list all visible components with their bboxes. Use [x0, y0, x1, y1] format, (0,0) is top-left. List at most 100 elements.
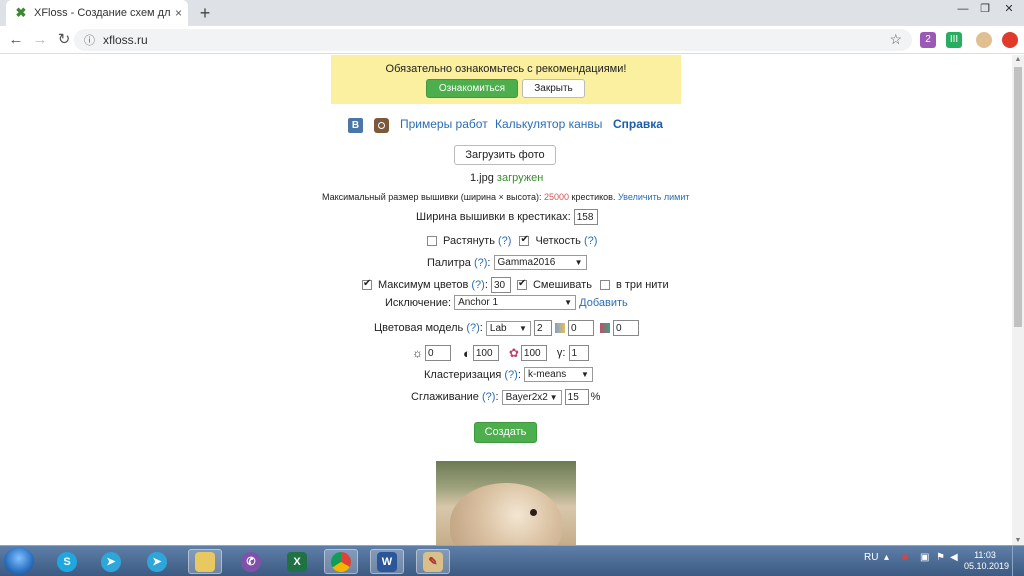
mix-label: Смешивать: [532, 279, 592, 291]
read-recommendations-button[interactable]: Ознакомиться: [426, 79, 518, 98]
system-clock[interactable]: 11:03 05.10.2019: [964, 550, 1009, 572]
reload-icon[interactable]: ↻: [54, 30, 74, 50]
extension-red-icon[interactable]: [1002, 32, 1018, 48]
close-window-button[interactable]: ✕: [996, 0, 1022, 18]
color-model-input-3[interactable]: 0: [612, 320, 639, 336]
scroll-down-arrow-icon[interactable]: ▼: [1012, 537, 1024, 544]
palette-select[interactable]: Gamma2016 ▼: [493, 255, 587, 270]
banner-message: Обязательно ознакомьтесь с рекомендациям…: [385, 63, 627, 75]
percent-sign: %: [590, 391, 601, 403]
color-model-help-link[interactable]: (?): [466, 322, 479, 334]
skype-taskbar-button[interactable]: S: [50, 549, 84, 574]
scrollbar-thumb[interactable]: [1014, 67, 1022, 327]
help-link[interactable]: Справка: [613, 117, 663, 131]
palette-label: Палитра: [427, 256, 471, 269]
smoothing-percent-input[interactable]: 15: [564, 389, 589, 405]
forward-arrow-icon[interactable]: →: [30, 30, 50, 50]
paint-taskbar-button[interactable]: ✎: [416, 549, 450, 574]
rabbit-image: [450, 483, 562, 545]
extension-2-icon[interactable]: III: [946, 32, 962, 48]
word-icon: W: [377, 551, 397, 572]
viber-taskbar-button[interactable]: ✆: [234, 549, 268, 574]
address-bar-row: ← → ↻ ⓘ xfloss.ru ☆ 2 III: [0, 26, 1024, 54]
minimize-button[interactable]: —: [952, 0, 974, 18]
width-input[interactable]: 158: [573, 209, 598, 225]
url-text[interactable]: xfloss.ru: [103, 33, 148, 47]
color-model-input-2[interactable]: 0: [567, 320, 594, 336]
color-model-select[interactable]: Lab ▼: [485, 320, 531, 336]
exclusion-select[interactable]: Anchor 1 ▼: [454, 295, 577, 310]
chevron-down-icon: ▼: [581, 370, 589, 379]
windows-taskbar: S ➤ ➤ ✆ X W ✎ RU ▴ ■ ▣ ⚑ ◀ 11:03 05.10.2…: [0, 545, 1024, 576]
sharpness-help-link[interactable]: (?): [584, 235, 597, 247]
upload-photo-button[interactable]: Загрузить фото: [454, 145, 556, 165]
color-model-input-1[interactable]: 2: [533, 320, 552, 336]
gamma-label: γ:: [556, 347, 566, 359]
size-limit-row: Максимальный размер вышивки (ширина × вы…: [322, 192, 690, 202]
show-desktop-button[interactable]: [1012, 546, 1024, 576]
chrome-icon: [331, 551, 351, 572]
maximize-button[interactable]: ❐: [974, 0, 996, 18]
vk-icon[interactable]: B: [348, 118, 363, 133]
chevron-down-icon: ▼: [574, 258, 583, 267]
brightness-icon: ☼: [412, 346, 423, 360]
volume-icon[interactable]: ◀: [950, 552, 958, 563]
stretch-help-link[interactable]: (?): [498, 235, 511, 247]
telegram-taskbar-button-2[interactable]: ➤: [140, 549, 174, 574]
close-banner-button[interactable]: Закрыть: [522, 79, 585, 98]
tray-flag-icon[interactable]: ⚑: [936, 552, 945, 563]
scroll-up-arrow-icon[interactable]: ▲: [1012, 56, 1024, 63]
tray-arrow-icon[interactable]: ▴: [884, 552, 889, 563]
network-icon[interactable]: ▣: [920, 552, 929, 563]
sharpness-checkbox[interactable]: [519, 234, 530, 246]
brightness-input[interactable]: 0: [425, 345, 451, 361]
instagram-icon[interactable]: [374, 118, 389, 133]
back-arrow-icon[interactable]: ←: [6, 30, 26, 50]
language-indicator[interactable]: RU: [864, 552, 878, 563]
chevron-down-icon: ▼: [518, 323, 527, 333]
max-colors-help-link[interactable]: (?): [471, 279, 484, 291]
three-threads-label: в три нити: [615, 279, 669, 291]
gamma-input[interactable]: 1: [568, 345, 589, 361]
browser-tab[interactable]: ✖ XFloss - Создание схем для выш ×: [6, 0, 188, 26]
examples-link[interactable]: Примеры работ: [400, 117, 488, 131]
saturation-input[interactable]: 100: [520, 345, 547, 361]
clustering-help-link[interactable]: (?): [504, 369, 517, 381]
colon: :: [479, 322, 483, 334]
page-scrollbar[interactable]: ▲ ▼: [1012, 55, 1024, 545]
extension-1-icon[interactable]: 2: [920, 32, 936, 48]
chrome-taskbar-button[interactable]: [324, 549, 358, 574]
tray-app-icon[interactable]: ■: [902, 552, 908, 563]
mix-checkbox[interactable]: [516, 278, 527, 290]
xfloss-favicon-icon: ✖: [15, 5, 27, 20]
telegram-taskbar-button[interactable]: ➤: [94, 549, 128, 574]
bookmark-star-icon[interactable]: ☆: [889, 31, 902, 48]
tab-close-icon[interactable]: ×: [175, 6, 182, 20]
width-label: Ширина вышивки в крестиках:: [416, 211, 571, 223]
browser-tab-bar: ✖ XFloss - Создание схем для выш × + — ❐…: [0, 0, 1024, 26]
profile-avatar-icon[interactable]: [976, 32, 992, 48]
start-button[interactable]: [4, 547, 34, 575]
new-tab-button[interactable]: +: [196, 3, 214, 23]
palette-help-link[interactable]: (?): [474, 257, 487, 269]
smoothing-help-link[interactable]: (?): [482, 391, 495, 403]
stretch-checkbox[interactable]: [427, 236, 437, 246]
word-taskbar-button[interactable]: W: [370, 549, 404, 574]
chevron-down-icon: ▼: [564, 298, 573, 307]
create-button[interactable]: Создать: [474, 422, 537, 443]
canvas-calculator-link[interactable]: Калькулятор канвы: [495, 117, 602, 131]
file-explorer-taskbar-button[interactable]: [188, 549, 222, 574]
smoothing-select[interactable]: Bayer2x2 ▼: [501, 389, 562, 405]
add-exclusion-link[interactable]: Добавить: [579, 297, 628, 309]
palette-value: Gamma2016: [497, 257, 556, 268]
omnibox[interactable]: ⓘ xfloss.ru ☆: [74, 29, 912, 51]
max-colors-input[interactable]: 30: [490, 277, 511, 293]
max-colors-checkbox[interactable]: [362, 278, 372, 290]
telegram-icon-2: ➤: [147, 551, 167, 572]
increase-limit-link[interactable]: Увеличить лимит: [618, 192, 690, 202]
three-threads-checkbox[interactable]: [599, 280, 610, 290]
contrast-input[interactable]: 100: [472, 345, 499, 361]
site-info-icon[interactable]: ⓘ: [84, 32, 95, 48]
clustering-select[interactable]: k-means ▼: [523, 367, 593, 382]
excel-taskbar-button[interactable]: X: [280, 549, 314, 574]
